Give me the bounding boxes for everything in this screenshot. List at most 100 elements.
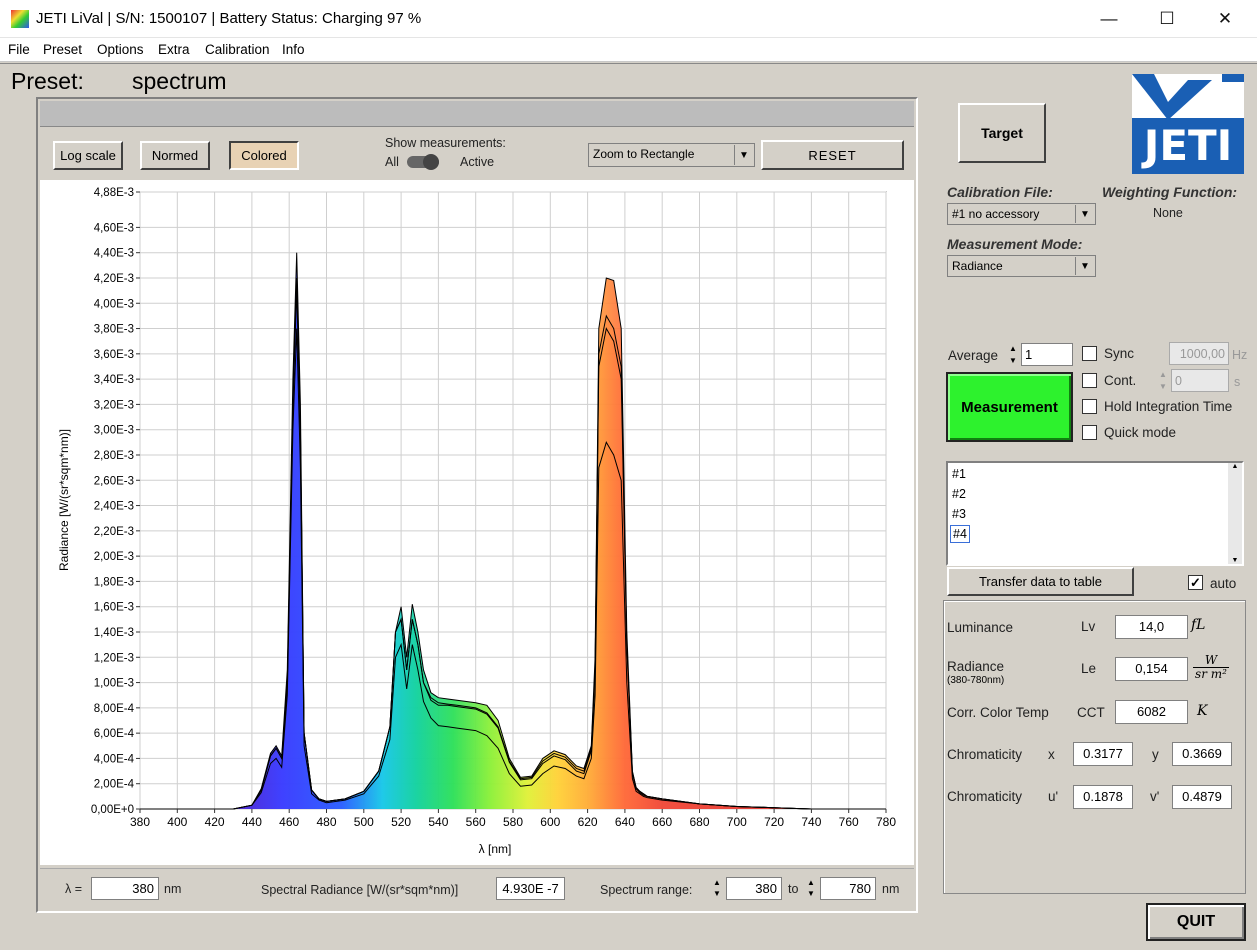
y-tick-label: 4,20E-3 [94, 273, 134, 285]
cct-symbol: CCT [1077, 705, 1105, 720]
cct-value: 6082 [1115, 700, 1188, 724]
y-tick-label: 2,80E-3 [94, 450, 134, 462]
sync-checkbox[interactable] [1082, 346, 1097, 361]
calibration-file-label: Calibration File: [947, 184, 1053, 200]
weighting-function-label: Weighting Function: [1102, 184, 1238, 200]
y-symbol: y [1152, 747, 1159, 762]
radiance-range-label: (380-780nm) [947, 675, 1005, 686]
x-tick-label: 700 [727, 815, 747, 829]
scroll-down-icon[interactable]: ▼ [1228, 557, 1242, 564]
range-from-input[interactable]: 380 [726, 877, 782, 900]
x-tick-label: 580 [503, 815, 523, 829]
jeti-logo: JETI [1132, 74, 1244, 174]
range-from-stepper-icon[interactable]: ▲ ▼ [711, 877, 723, 900]
y-tick-label: 2,00E-3 [94, 551, 134, 563]
x-tick-label: 500 [354, 815, 374, 829]
measurement-toggle-switch[interactable] [407, 154, 439, 170]
luminance-value: 14,0 [1115, 615, 1188, 639]
list-item[interactable]: #3 [952, 507, 966, 521]
radiance-value: 0,154 [1115, 657, 1188, 681]
x-tick-label: 620 [578, 815, 598, 829]
lv-symbol: Lv [1081, 619, 1096, 634]
hold-integration-label: Hold Integration Time [1104, 399, 1233, 414]
y-tick-label: 0,00E+0 [91, 804, 134, 816]
cont-stepper-icon[interactable]: ▲ ▼ [1157, 369, 1169, 393]
measurement-button[interactable]: Measurement [946, 372, 1073, 442]
average-stepper-icon[interactable]: ▲ ▼ [1007, 343, 1019, 367]
x-symbol: x [1048, 747, 1055, 762]
y-tick-label: 6,00E-4 [94, 728, 135, 740]
cct-label: Corr. Color Temp [947, 705, 1049, 720]
chart-grid [139, 191, 887, 810]
y-tick-label: 2,00E-4 [94, 779, 135, 791]
calibration-file-select[interactable]: #1 no accessory ▼ [947, 203, 1096, 225]
list-item[interactable]: #1 [952, 467, 966, 481]
range-to-input[interactable]: 780 [820, 877, 876, 900]
range-to-stepper-icon[interactable]: ▲ ▼ [805, 877, 817, 900]
transfer-data-button[interactable]: Transfer data to table [947, 567, 1134, 596]
maximize-button[interactable]: ☐ [1138, 0, 1196, 38]
spectrum-range-label: Spectrum range: [600, 883, 693, 897]
y-tick-label: 3,60E-3 [94, 349, 134, 361]
target-button[interactable]: Target [958, 103, 1046, 163]
preset-value: spectrum [132, 68, 227, 94]
y-tick-label: 1,40E-3 [94, 627, 134, 639]
show-all-label: All [385, 155, 399, 169]
y-tick-label: 2,20E-3 [94, 526, 134, 538]
y-tick-label: 4,40E-3 [94, 248, 134, 260]
measurement-list[interactable]: #1 #2 #3 #4 ▲ ▼ [946, 461, 1244, 566]
reset-button[interactable]: RESET [761, 140, 904, 170]
menu-preset[interactable]: Preset [43, 42, 82, 57]
zoom-mode-select[interactable]: Zoom to Rectangle ▼ [588, 143, 755, 167]
colored-button[interactable]: Colored [229, 141, 299, 170]
cont-input[interactable]: 0 [1171, 369, 1229, 392]
chevron-down-icon: ▼ [734, 145, 753, 165]
sync-hz-input[interactable]: 1000,00 [1169, 342, 1229, 365]
x-tick-label: 440 [242, 815, 262, 829]
minimize-button[interactable]: — [1080, 0, 1138, 38]
close-button[interactable]: ✕ [1196, 0, 1254, 38]
x-tick-label: 780 [876, 815, 896, 829]
spectral-radiance-label: Spectral Radiance [W/(sr*sqm*nm)] [261, 883, 459, 897]
cont-checkbox[interactable] [1082, 373, 1097, 388]
radiance-unit-icon: Wsr m² [1193, 654, 1229, 681]
auto-checkbox[interactable]: ✓ [1188, 575, 1203, 590]
quick-mode-label: Quick mode [1104, 425, 1177, 440]
chromaticity-uv-label: Chromaticity [947, 789, 1023, 804]
average-input[interactable]: 1 [1021, 343, 1073, 366]
y-tick-label: 1,00E-3 [94, 678, 134, 690]
log-scale-button[interactable]: Log scale [53, 141, 123, 170]
x-tick-label: 420 [205, 815, 225, 829]
show-measurements-label: Show measurements: [385, 136, 506, 150]
zoom-mode-value: Zoom to Rectangle [593, 147, 695, 161]
graph-header-strip [40, 101, 914, 127]
scroll-up-icon[interactable]: ▲ [1228, 463, 1242, 470]
x-axis-label: λ [nm] [479, 842, 512, 856]
measurement-mode-value: Radiance [952, 259, 1003, 273]
quit-button[interactable]: QUIT [1146, 903, 1246, 941]
lambda-value[interactable]: 380 [91, 877, 159, 900]
u-symbol: u' [1048, 789, 1059, 804]
hold-integration-checkbox[interactable] [1082, 399, 1097, 414]
menu-calibration[interactable]: Calibration [205, 42, 270, 57]
y-tick-label: 3,00E-3 [94, 425, 134, 437]
calibration-file-value: #1 no accessory [952, 207, 1040, 221]
list-item[interactable]: #4 [950, 525, 970, 543]
menu-extra[interactable]: Extra [158, 42, 190, 57]
measurement-mode-select[interactable]: Radiance ▼ [947, 255, 1096, 277]
menu-info[interactable]: Info [282, 42, 305, 57]
normed-button[interactable]: Normed [140, 141, 210, 170]
show-active-label: Active [460, 155, 495, 169]
list-item[interactable]: #2 [952, 487, 966, 501]
y-tick-label: 2,40E-3 [94, 501, 134, 513]
spectrum-chart[interactable]: 380 400 420 440 460 480 500 520 540 560 580 600 620 6… [40, 180, 914, 865]
auto-label: auto [1210, 576, 1237, 591]
y-tick-label: 4,88E-3 [94, 187, 134, 199]
svg-text:JETI: JETI [1141, 121, 1233, 170]
preset-label: Preset: [11, 68, 84, 94]
quick-mode-checkbox[interactable] [1082, 425, 1097, 440]
radiance-label: Radiance [947, 659, 1005, 674]
menu-file[interactable]: File [8, 42, 30, 57]
scrollbar[interactable]: ▲ ▼ [1228, 463, 1242, 564]
menu-options[interactable]: Options [97, 42, 144, 57]
